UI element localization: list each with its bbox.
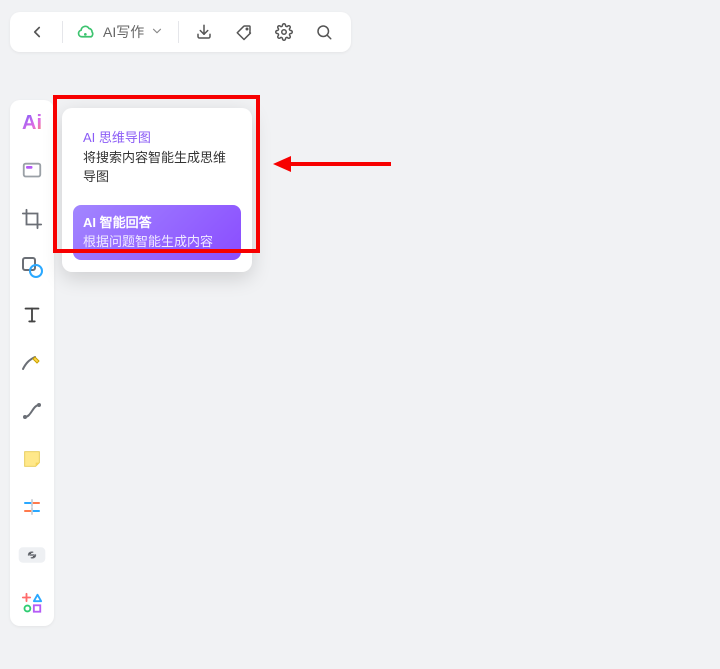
shape-icon: [20, 255, 44, 279]
align-icon: [20, 495, 44, 519]
ai-popover: AI 思维导图 将搜索内容智能生成思维导图 AI 智能回答 根据问题智能生成内容: [62, 108, 252, 272]
text-icon: [21, 304, 43, 326]
align-tool-button[interactable]: [15, 490, 49, 524]
connector-icon: [20, 399, 44, 423]
link-icon: [18, 545, 46, 565]
ai-tool-button[interactable]: Ai: [15, 106, 49, 140]
ai-answer-title: AI 智能回答: [83, 213, 231, 233]
link-tool-button[interactable]: [15, 538, 49, 572]
crop-icon: [21, 208, 43, 230]
sticky-note-icon: [21, 448, 43, 470]
text-tool-button[interactable]: [15, 298, 49, 332]
top-toolbar: AI写作: [10, 12, 351, 52]
board-icon: [21, 160, 43, 182]
crop-tool-button[interactable]: [15, 202, 49, 236]
shape-tool-button[interactable]: [15, 250, 49, 284]
board-tool-button[interactable]: [15, 154, 49, 188]
pen-icon: [20, 351, 44, 375]
left-toolbar: Ai: [10, 100, 54, 626]
shapes-plus-icon: [21, 592, 43, 614]
connector-tool-button[interactable]: [15, 394, 49, 428]
ai-icon: Ai: [22, 112, 42, 135]
pen-tool-button[interactable]: [15, 346, 49, 380]
sticky-note-tool-button[interactable]: [15, 442, 49, 476]
ai-mindmap-desc: 将搜索内容智能生成思维导图: [83, 148, 231, 187]
ai-mindmap-title: AI 思维导图: [83, 128, 231, 148]
cloud-sync-icon: [77, 21, 97, 44]
ai-write-dropdown[interactable]: AI写作: [71, 15, 170, 49]
ai-answer-desc: 根据问题智能生成内容: [83, 232, 231, 252]
back-button[interactable]: [20, 15, 54, 49]
ai-mindmap-option[interactable]: AI 思维导图 将搜索内容智能生成思维导图: [73, 120, 241, 195]
tag-button[interactable]: [227, 15, 261, 49]
ai-write-label: AI写作: [103, 22, 144, 42]
separator: [62, 21, 63, 43]
search-button[interactable]: [307, 15, 341, 49]
settings-button[interactable]: [267, 15, 301, 49]
chevron-down-icon: [150, 24, 164, 41]
separator: [178, 21, 179, 43]
more-shapes-button[interactable]: [15, 586, 49, 620]
ai-answer-option[interactable]: AI 智能回答 根据问题智能生成内容: [73, 205, 241, 260]
download-button[interactable]: [187, 15, 221, 49]
annotation-arrow-icon: [273, 149, 393, 179]
